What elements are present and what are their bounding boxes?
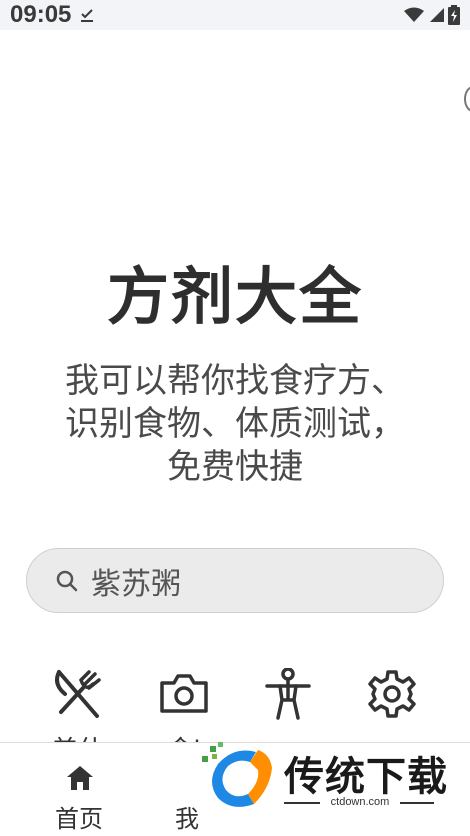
status-left: 09:05 (10, 1, 95, 29)
feature-recipe[interactable] (48, 668, 108, 720)
download-done-icon (81, 9, 94, 22)
nav-item-home-label: 首页 (55, 805, 103, 833)
wifi-icon (404, 7, 424, 22)
gear-icon (368, 670, 416, 718)
status-time: 09:05 (10, 1, 72, 28)
watermark: 传统下载 ctdown.com (190, 740, 452, 820)
search-input[interactable]: 紫苏粥 (91, 559, 181, 603)
feature-camera[interactable] (154, 668, 214, 720)
watermark-site: ctdown.com (320, 796, 400, 808)
ctdown-logo-icon (202, 742, 272, 807)
camera-icon (160, 674, 208, 713)
battery-icon (448, 5, 460, 25)
status-right (404, 5, 460, 25)
body-icon (265, 668, 311, 720)
nav-item-home[interactable]: 首页 (24, 743, 134, 836)
page-subtitle: 我可以帮你找食疗方、识别食物、体质测试，免费快捷 (65, 361, 405, 487)
fork-knife-icon (55, 670, 101, 718)
feature-settings[interactable] (362, 668, 422, 720)
search-icon (56, 570, 78, 591)
edge-indicator (464, 86, 470, 112)
signal-icon (430, 8, 444, 22)
page-title: 方剂大全 (106, 260, 363, 333)
watermark-title: 传统下载 (284, 754, 448, 800)
search-bar[interactable]: 紫苏粥 (26, 548, 444, 613)
feature-body-test[interactable] (258, 668, 318, 720)
home-icon (67, 766, 93, 790)
status-bar: 09:05 (0, 0, 470, 30)
